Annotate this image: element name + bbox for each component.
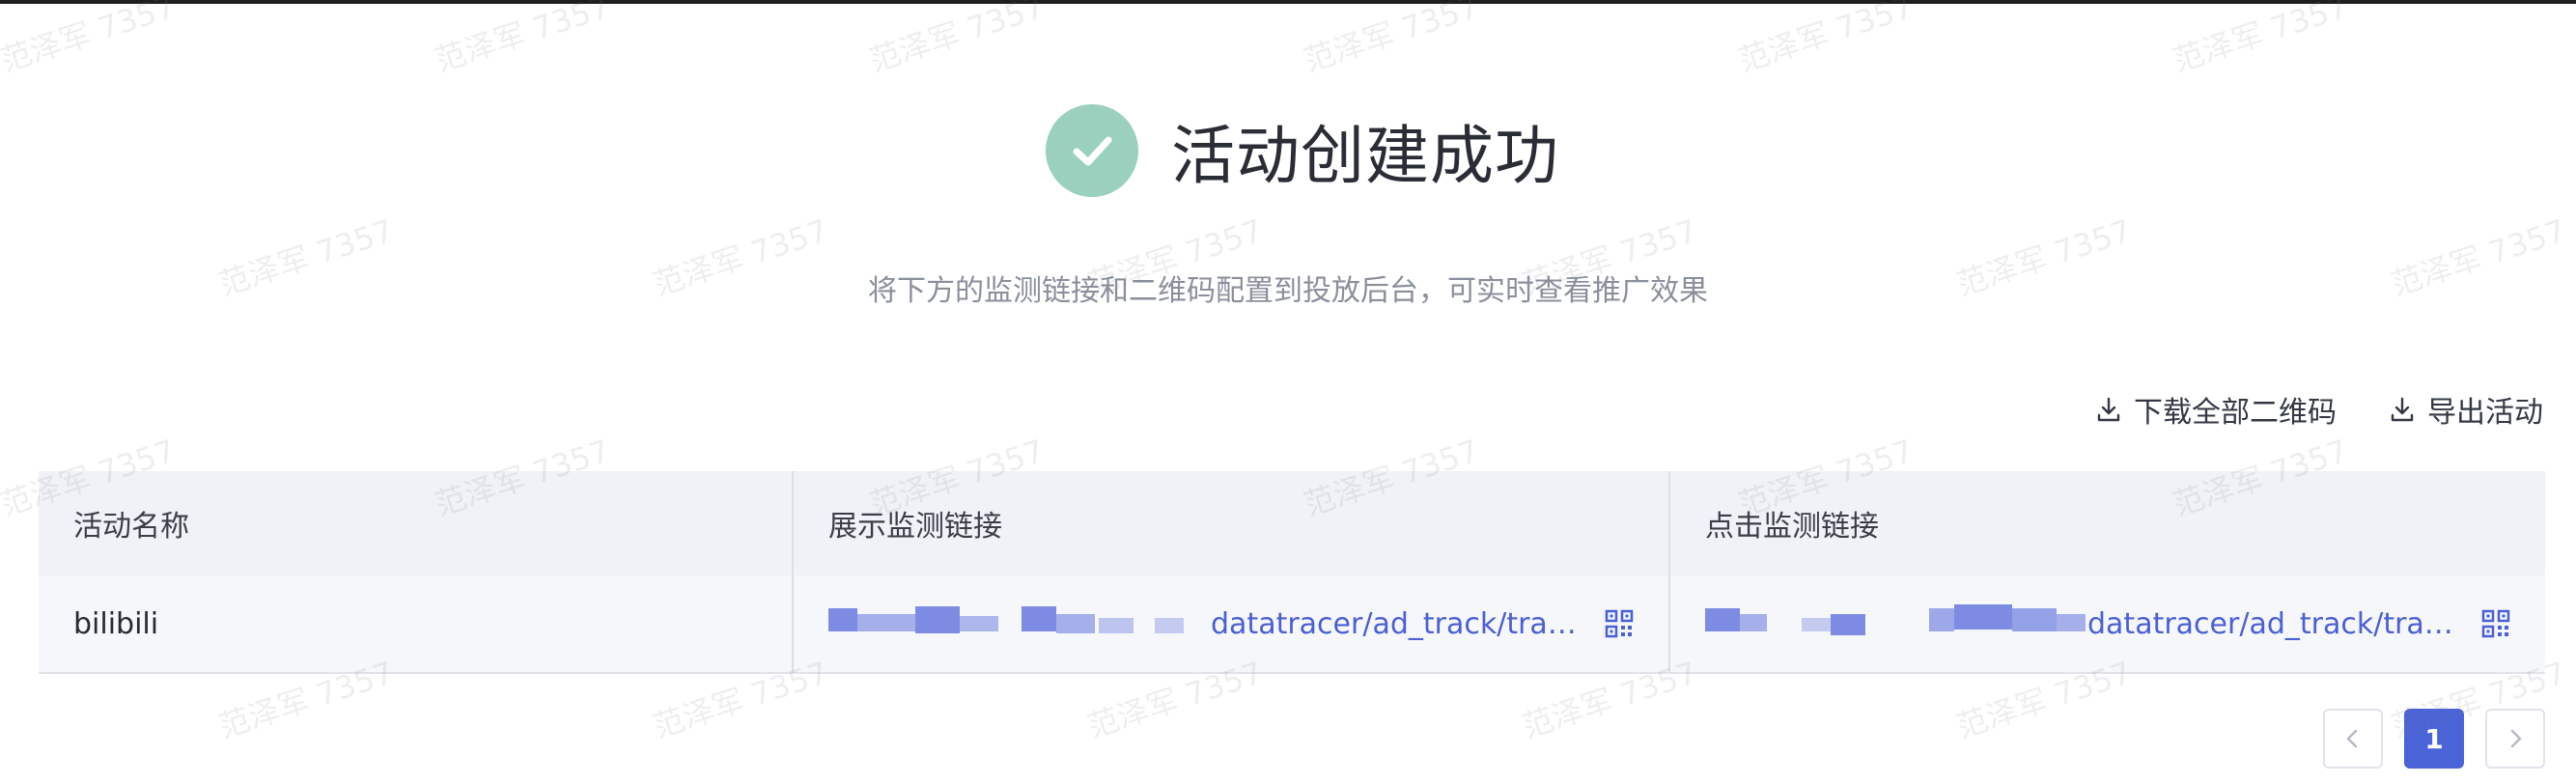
redaction-mask xyxy=(915,606,960,633)
column-header-impression-link: 展示监测链接 xyxy=(792,471,1668,575)
click-link[interactable]: datatracer/ad_track/tra… xyxy=(1705,604,2453,643)
prev-page-button[interactable] xyxy=(2323,709,2383,769)
qrcode-icon[interactable] xyxy=(1605,609,1634,638)
page-1-button[interactable]: 1 xyxy=(2404,709,2464,769)
redaction-mask xyxy=(2057,614,2086,631)
table-header: 活动名称 展示监测链接 点击监测链接 xyxy=(39,471,2545,575)
watermark: 范泽军 7357 xyxy=(1299,0,1484,79)
redaction-mask xyxy=(828,608,857,631)
redaction-mask xyxy=(1831,614,1865,635)
redaction-mask xyxy=(1099,618,1134,633)
watermark: 范泽军 7357 xyxy=(864,0,1050,79)
export-activity-button[interactable]: 导出活动 xyxy=(2389,388,2543,431)
watermark: 范泽军 7357 xyxy=(1733,0,1918,79)
download-all-qr-label: 下载全部二维码 xyxy=(2134,396,2337,430)
redaction-mask xyxy=(960,616,998,631)
column-header-click-link: 点击监测链接 xyxy=(1668,471,2545,575)
pagination: 1 xyxy=(2323,709,2545,769)
download-icon xyxy=(2097,397,2120,422)
redaction-mask xyxy=(1740,614,1767,631)
redaction-mask xyxy=(1954,604,2012,630)
activity-table: 活动名称 展示监测链接 点击监测链接 bilibili datatracer/a… xyxy=(39,471,2545,674)
table-row: bilibili datatracer/ad_track/tra… datatr… xyxy=(39,575,2545,672)
chevron-right-icon xyxy=(2510,729,2522,748)
redaction-mask xyxy=(857,614,915,631)
column-header-name: 活动名称 xyxy=(73,510,189,544)
activity-name-cell: bilibili xyxy=(73,606,159,641)
download-icon xyxy=(2391,397,2414,422)
export-activity-label: 导出活动 xyxy=(2427,396,2543,430)
redaction-mask xyxy=(1056,614,1095,633)
check-circle-icon xyxy=(1046,104,1138,197)
redaction-mask xyxy=(1929,608,1954,631)
redaction-mask xyxy=(1705,608,1740,631)
table-actions: 下载全部二维码 导出活动 xyxy=(2095,388,2543,431)
next-page-button[interactable] xyxy=(2485,709,2545,769)
impression-link-cell: datatracer/ad_track/tra… xyxy=(792,575,1668,672)
page-title: 活动创建成功 xyxy=(1171,119,1559,193)
watermark: 范泽军 7357 xyxy=(430,0,615,79)
click-link-cell: datatracer/ad_track/tra… xyxy=(1668,575,2545,672)
impression-link[interactable]: datatracer/ad_track/tra… xyxy=(828,604,1577,643)
top-border xyxy=(0,0,2576,4)
redaction-mask xyxy=(2012,608,2057,631)
watermark: 范泽军 7357 xyxy=(0,0,181,79)
redaction-mask xyxy=(1022,606,1056,631)
impression-link-text: datatracer/ad_track/tra… xyxy=(1211,606,1577,641)
chevron-left-icon xyxy=(2346,729,2358,748)
success-subtitle: 将下方的监测链接和二维码配置到投放后台，可实时查看推广效果 xyxy=(868,274,1708,308)
redaction-mask xyxy=(1155,618,1184,633)
redaction-mask xyxy=(1802,618,1831,631)
success-header: 活动创建成功 xyxy=(1046,104,1559,197)
watermark: 范泽军 7357 xyxy=(2168,0,2353,79)
click-link-text: datatracer/ad_track/tra… xyxy=(2087,606,2453,641)
download-all-qr-button[interactable]: 下载全部二维码 xyxy=(2095,388,2337,431)
qrcode-icon[interactable] xyxy=(2481,609,2510,638)
